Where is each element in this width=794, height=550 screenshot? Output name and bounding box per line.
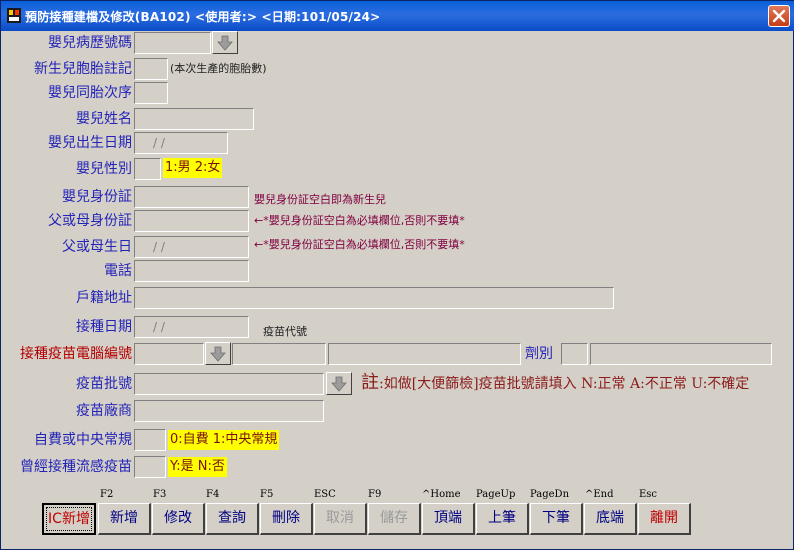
parent-birth-input[interactable]: / / [134,236,249,258]
vaccine-name-input[interactable] [328,343,521,365]
app-icon [7,8,21,23]
batch-note-prefix: 註 [361,372,379,393]
add-button[interactable]: 新增 [98,503,151,535]
shortcut-label: ^End [585,489,614,500]
app-window: 預防接種建檔及修改(BA102) <使用者:> <日期:101/05/24> 嬰… [0,0,794,550]
shortcut-label: F2 [100,489,114,500]
label-birth-date: 嬰兒出生日期 [48,135,132,151]
shortcut-label: ESC [314,489,336,500]
arrow-down-icon [217,35,233,51]
cancel-button[interactable]: 取消 [314,503,367,535]
record-no-dropdown-button[interactable] [212,31,238,54]
label-birth-order: 嬰兒同胎次序 [48,85,132,101]
parent-id-input[interactable] [134,210,249,232]
vacc-date-input[interactable]: / / [134,316,249,338]
shortcut-label: F5 [260,489,274,500]
window-title: 預防接種建檔及修改(BA102) <使用者:> <日期:101/05/24> [25,10,381,24]
parent-birth-hint: ←*嬰兒身份証空白為必填欄位,否則不要填* [254,238,465,251]
birth-date-input[interactable]: / / [134,132,228,154]
save-button[interactable]: 儲存 [368,503,421,535]
vaccine-code-header: 疫苗代號 [263,325,307,338]
batch-note-text: :如做[大便篩檢]疫苗批號請填入 N:正常 A:不正常 U:不確定 [379,376,750,392]
last-record-button[interactable]: 底端 [584,503,637,535]
label-maker: 疫苗廠商 [76,403,132,419]
shortcut-label: ^Home [422,489,461,500]
label-payment: 自費或中央常規 [34,432,132,448]
label-parent-birth: 父或母生日 [62,239,132,255]
delete-button[interactable]: 刪除 [260,503,313,535]
exit-button[interactable]: 離開 [638,503,691,535]
baby-id-input[interactable] [134,186,249,208]
parent-id-hint: ←*嬰兒身份証空白為必填欄位,否則不要填* [254,214,465,227]
close-button[interactable] [768,5,790,27]
edit-button[interactable]: 修改 [152,503,205,535]
label-multiple-birth: 新生兒胞胎註記 [34,61,132,77]
label-dose: 劑別 [525,346,553,362]
address-input[interactable] [134,287,614,309]
shortcut-label: PageUp [476,489,516,500]
label-parent-id: 父或母身份証 [48,213,132,229]
birth-order-input[interactable] [134,82,168,104]
shortcut-label: PageDn [530,489,570,500]
payment-hint: 0:自費 1:中央常規 [168,430,280,450]
vaccine-code-dropdown-button[interactable] [205,342,231,365]
label-gender: 嬰兒性別 [76,161,132,177]
vaccine-code-input[interactable] [134,343,204,365]
batch-note: 註:如做[大便篩檢]疫苗批號請填入 N:正常 A:不正常 U:不確定 [361,373,749,394]
payment-input[interactable] [134,429,166,451]
gender-input[interactable] [134,158,161,180]
label-baby-id: 嬰兒身份証 [62,189,132,205]
shortcut-label: F4 [206,489,220,500]
arrow-down-icon [331,376,347,392]
gender-hint: 1:男 2:女 [163,158,223,178]
multiple-birth-hint: (本次生產的胞胎數) [170,62,267,75]
next-record-button[interactable]: 下筆 [530,503,583,535]
label-batch: 疫苗批號 [76,376,132,392]
title-bar[interactable]: 預防接種建檔及修改(BA102) <使用者:> <日期:101/05/24> [1,1,794,31]
previous-record-button[interactable]: 上筆 [476,503,529,535]
label-name: 嬰兒姓名 [76,111,132,127]
batch-dropdown-button[interactable] [326,372,352,395]
dose-input[interactable] [561,343,588,365]
flu-input[interactable] [134,456,166,478]
baby-id-hint: 嬰兒身份証空白即為新生兒 [254,193,386,206]
label-flu: 曾經接種流感疫苗 [20,459,132,475]
flu-hint: Y:是 N:否 [168,457,227,477]
phone-input[interactable] [134,260,249,282]
label-vacc-date: 接種日期 [76,319,132,335]
multiple-birth-input[interactable] [134,58,168,80]
batch-input[interactable] [134,373,324,395]
label-address: 戶籍地址 [76,290,132,306]
dose-name-input[interactable] [590,343,772,365]
label-vaccine-code: 接種疫苗電腦編號 [20,346,132,362]
shortcut-label: F9 [368,489,382,500]
record-no-input[interactable] [134,32,211,54]
ic-add-button[interactable]: IC新增 [42,503,96,535]
label-record-no: 嬰兒病歷號碼 [48,35,132,51]
maker-input[interactable] [134,400,324,422]
label-phone: 電話 [104,263,132,279]
close-icon [772,9,786,23]
query-button[interactable]: 查詢 [206,503,259,535]
name-input[interactable] [134,108,254,130]
vaccine-id-input[interactable] [232,343,326,365]
shortcut-label: Esc [639,489,658,500]
shortcut-label: F3 [153,489,167,500]
arrow-down-icon [210,346,226,362]
first-record-button[interactable]: 頂端 [422,503,475,535]
